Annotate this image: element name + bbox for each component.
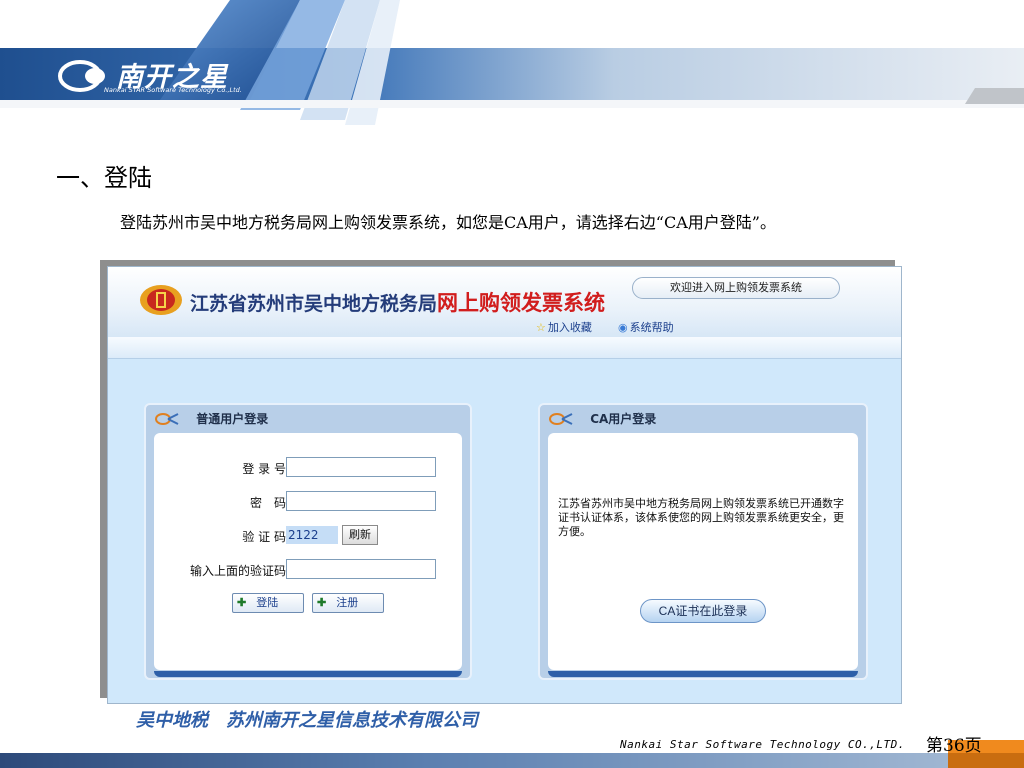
ca-description: 江苏省苏州市吴中地方税务局网上购领发票系统已开通数字证书认证体系，该体系使您的网…	[558, 497, 844, 538]
system-help-label: 系统帮助	[629, 321, 674, 334]
login-button-label: 登陆	[256, 597, 279, 609]
welcome-banner: 欢迎进入网上购领发票系统	[632, 277, 840, 299]
system-nav-bar	[108, 337, 901, 359]
system-title: 江苏省苏州市吴中地方税务局网上购领发票系统	[190, 287, 605, 317]
captcha-code: 2122	[286, 526, 338, 544]
normal-login-title: 普通用户登录	[196, 412, 269, 426]
tax-emblem-icon	[140, 285, 182, 315]
captcha-row: 验 证 码: 2122 刷新	[154, 525, 462, 547]
page-number: 第36页	[926, 736, 982, 756]
star-icon: ☆	[536, 321, 546, 334]
username-label: 登 录 号:	[242, 462, 290, 476]
login-actions-row: ✚ 登陆 ✚ 注册	[154, 593, 462, 615]
password-label: 密 码:	[249, 496, 290, 510]
normal-login-form: 登 录 号: 密 码: 验 证 码: 2122 刷新 输入上面的验证码: ✚ 登陆	[154, 433, 462, 670]
captcha-input[interactable]	[286, 559, 436, 579]
footer-band	[0, 753, 948, 768]
ca-panel-logo-icon	[549, 412, 573, 425]
logo-english-name: Nankai STAR Software Technology Co.,Ltd.	[104, 86, 242, 94]
password-row: 密 码:	[154, 491, 462, 513]
ca-login-body: 江苏省苏州市吴中地方税务局网上购领发票系统已开通数字证书认证体系，该体系使您的网…	[548, 433, 858, 670]
slide-header: 南开之星 Nankai STAR Software Technology Co.…	[0, 0, 1024, 130]
section-description: 登陆苏州市吴中地方税务局网上购领发票系统，如您是CA用户，请选择右边“CA用户登…	[120, 213, 776, 232]
username-input[interactable]	[286, 457, 436, 477]
login-button[interactable]: ✚ 登陆	[232, 593, 304, 613]
normal-login-panel: 普通用户登录 登 录 号: 密 码: 验 证 码: 2122 刷新 输入上面的验…	[144, 403, 472, 680]
login-panel-logo-icon	[155, 412, 179, 425]
ca-login-panel-footer	[548, 671, 858, 677]
company-logo: 南开之星 Nankai STAR Software Technology Co.…	[58, 55, 258, 100]
help-icon: ◉	[618, 321, 628, 334]
ca-login-title: CA用户登录	[590, 412, 657, 426]
company-caption: 吴中地税 苏州南开之星信息技术有限公司	[136, 710, 478, 731]
password-input[interactable]	[286, 491, 436, 511]
footer-company-english: Nankai Star Software Technology CO.,LTD.	[620, 738, 905, 751]
system-help-link[interactable]: ◉ 系统帮助	[618, 319, 674, 335]
system-screenshot: 江苏省苏州市吴中地方税务局网上购领发票系统 欢迎进入网上购领发票系统 ☆ 加入收藏…	[107, 266, 902, 704]
system-header: 江苏省苏州市吴中地方税务局网上购领发票系统 欢迎进入网上购领发票系统 ☆ 加入收藏…	[108, 267, 901, 337]
add-favorite-link[interactable]: ☆ 加入收藏	[536, 319, 592, 335]
system-title-main: 江苏省苏州市吴中地方税务局	[190, 293, 438, 315]
captcha-input-label: 输入上面的验证码:	[189, 564, 290, 578]
add-favorite-label: 加入收藏	[547, 321, 592, 334]
normal-login-panel-footer	[154, 671, 462, 677]
captcha-label: 验 证 码:	[242, 530, 290, 544]
register-button-label: 注册	[336, 597, 359, 609]
ca-certificate-login-button[interactable]: CA证书在此登录	[640, 599, 766, 623]
register-user-icon: ✚	[317, 597, 327, 609]
system-title-highlight: 网上购领发票系统	[437, 291, 606, 315]
ca-login-header: CA用户登录	[548, 410, 656, 430]
register-button[interactable]: ✚ 注册	[312, 593, 384, 613]
username-row: 登 录 号:	[154, 457, 462, 479]
captcha-input-row: 输入上面的验证码:	[154, 559, 462, 581]
section-title: 一、登陆	[56, 164, 152, 192]
ca-login-panel: CA用户登录 江苏省苏州市吴中地方税务局网上购领发票系统已开通数字证书认证体系，…	[538, 403, 868, 680]
refresh-captcha-button[interactable]: 刷新	[342, 525, 378, 545]
normal-login-header: 普通用户登录	[154, 410, 268, 430]
login-user-icon: ✚	[237, 597, 247, 609]
